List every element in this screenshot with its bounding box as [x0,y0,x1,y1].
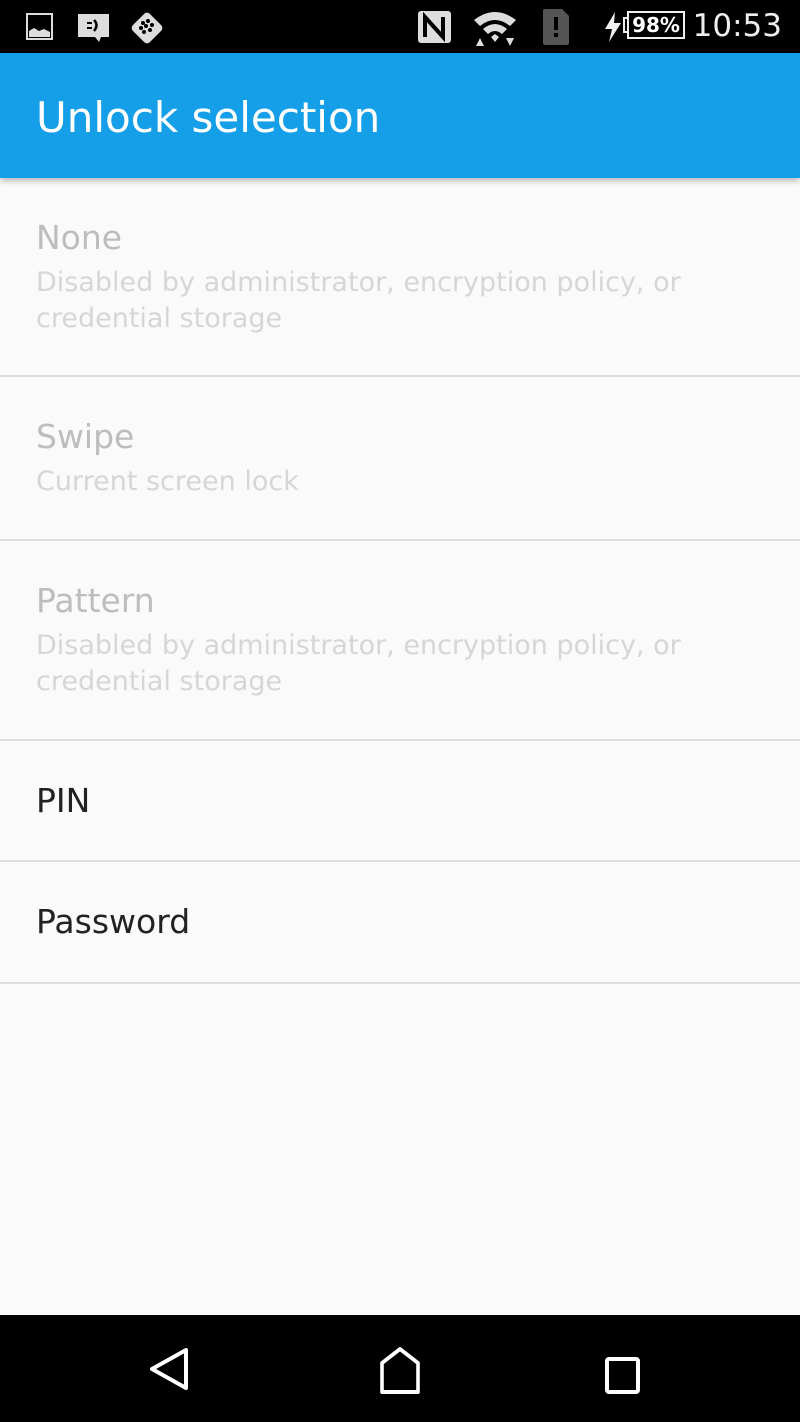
app-bar: Unlock selection [0,53,800,178]
option-pin[interactable]: PIN [0,741,800,862]
option-password[interactable]: Password [0,862,800,984]
battery-percent: 98% [632,13,680,37]
option-title: Pattern [36,581,155,620]
option-pattern[interactable]: Pattern Disabled by administrator, encry… [0,541,800,741]
image-notification-icon [26,13,53,40]
option-title: Password [36,902,191,941]
option-subtitle: Disabled by administrator, encryption po… [36,267,681,334]
nfc-icon [418,11,451,43]
battery-icon: 98% [627,11,685,39]
option-title: Swipe [36,417,135,456]
option-title: PIN [36,781,91,820]
unlock-options-list: None Disabled by administrator, encrypti… [0,178,800,984]
recents-button[interactable] [592,1345,652,1395]
bbm-icon [78,14,109,42]
home-button[interactable] [370,1345,430,1395]
back-button[interactable] [150,1345,210,1395]
sim-alert-icon [543,9,569,45]
blackberry-icon [131,12,163,44]
page-title: Unlock selection [36,93,381,142]
option-title: None [36,218,123,257]
clock: 10:53 [692,8,782,44]
charging-icon [605,12,621,42]
status-bar: 98% 10:53 [0,0,800,53]
option-none[interactable]: None Disabled by administrator, encrypti… [0,178,800,377]
option-subtitle: Disabled by administrator, encryption po… [36,630,681,697]
option-subtitle: Current screen lock [36,466,299,497]
option-swipe[interactable]: Swipe Current screen lock [0,377,800,541]
navigation-bar [0,1315,800,1422]
wifi-icon [474,12,516,46]
